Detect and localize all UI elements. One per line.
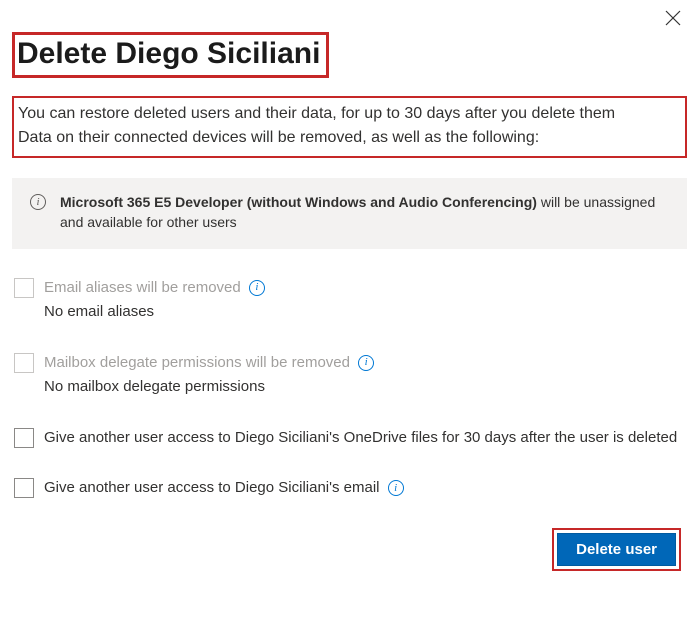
checkbox-mailbox-delegate bbox=[14, 353, 34, 373]
description-line-1: You can restore deleted users and their … bbox=[18, 102, 681, 126]
checkbox-email-aliases bbox=[14, 278, 34, 298]
license-text: Microsoft 365 E5 Developer (without Wind… bbox=[60, 192, 669, 233]
option-label-aliases: Email aliases will be removed bbox=[44, 279, 241, 296]
option-label-delegate: Mailbox delegate permissions will be rem… bbox=[44, 354, 350, 371]
delete-highlight-box: Delete user bbox=[552, 528, 681, 571]
option-label-email: Give another user access to Diego Sicili… bbox=[44, 479, 380, 496]
close-icon bbox=[665, 10, 681, 26]
info-icon[interactable]: i bbox=[249, 280, 265, 296]
info-icon: i bbox=[30, 194, 46, 210]
option-email-access[interactable]: Give another user access to Diego Sicili… bbox=[12, 477, 687, 500]
checkbox-onedrive-access[interactable] bbox=[14, 428, 34, 448]
license-banner: i Microsoft 365 E5 Developer (without Wi… bbox=[12, 178, 687, 249]
description-highlight-box: You can restore deleted users and their … bbox=[12, 96, 687, 158]
info-icon[interactable]: i bbox=[388, 480, 404, 496]
option-email-aliases: Email aliases will be removed i No email… bbox=[12, 277, 687, 324]
option-label-onedrive: Give another user access to Diego Sicili… bbox=[44, 429, 677, 446]
license-name: Microsoft 365 E5 Developer (without Wind… bbox=[60, 194, 537, 210]
page-title: Delete Diego Siciliani bbox=[17, 37, 320, 71]
description-line-2: Data on their connected devices will be … bbox=[18, 126, 681, 150]
close-button[interactable] bbox=[661, 6, 685, 30]
option-sub-aliases: No email aliases bbox=[44, 301, 685, 324]
option-mailbox-delegate: Mailbox delegate permissions will be rem… bbox=[12, 352, 687, 399]
info-icon[interactable]: i bbox=[358, 355, 374, 371]
option-sub-delegate: No mailbox delegate permissions bbox=[44, 376, 685, 399]
footer: Delete user bbox=[12, 528, 687, 571]
checkbox-email-access[interactable] bbox=[14, 478, 34, 498]
title-highlight-box: Delete Diego Siciliani bbox=[12, 32, 329, 78]
delete-user-button[interactable]: Delete user bbox=[557, 533, 676, 566]
option-onedrive-access[interactable]: Give another user access to Diego Sicili… bbox=[12, 427, 687, 450]
